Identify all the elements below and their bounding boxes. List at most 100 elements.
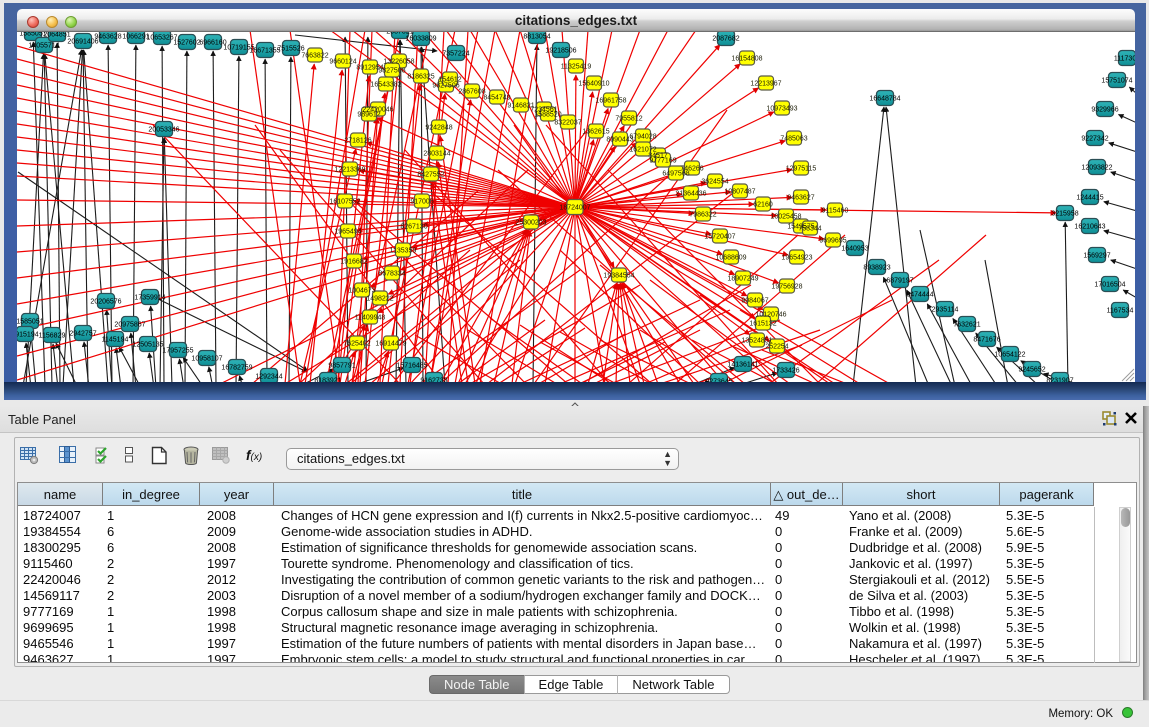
svg-text:17957255: 17957255 <box>162 347 193 354</box>
svg-text:11325419: 11325419 <box>561 63 592 70</box>
svg-text:9827506: 9827506 <box>432 82 459 89</box>
svg-text:9273645: 9273645 <box>705 378 732 382</box>
svg-text:20053346: 20053346 <box>148 126 179 133</box>
svg-text:1640953: 1640953 <box>841 245 868 252</box>
svg-text:8183921: 8183921 <box>314 377 341 382</box>
svg-text:16648784: 16648784 <box>869 95 900 102</box>
svg-text:14055714: 14055714 <box>28 42 59 49</box>
svg-text:8186325: 8186325 <box>407 73 434 80</box>
svg-text:6794028: 6794028 <box>629 133 656 140</box>
svg-text:15751074: 15751074 <box>1101 77 1132 84</box>
svg-text:16154808: 16154808 <box>731 55 762 62</box>
svg-text:3915194: 3915194 <box>17 331 39 338</box>
svg-text:2942757: 2942757 <box>69 330 96 337</box>
svg-text:18724007: 18724007 <box>559 204 590 211</box>
svg-text:11409948: 11409948 <box>355 314 386 321</box>
svg-text:10958107: 10958107 <box>191 355 222 362</box>
svg-text:7632621: 7632621 <box>953 321 980 328</box>
svg-text:9084067: 9084067 <box>741 297 768 304</box>
svg-text:10688609: 10688609 <box>715 254 746 261</box>
svg-text:9827508: 9827508 <box>378 67 405 74</box>
svg-text:6879197: 6879197 <box>886 277 913 284</box>
svg-text:9115460: 9115460 <box>822 207 849 214</box>
svg-text:16961758: 16961758 <box>595 97 626 104</box>
svg-text:7625402: 7625402 <box>343 340 370 347</box>
svg-text:1498222: 1498222 <box>366 295 393 302</box>
svg-text:19654923: 19654923 <box>781 254 812 261</box>
svg-text:10025458: 10025458 <box>770 213 801 220</box>
svg-text:1965494: 1965494 <box>334 228 361 235</box>
svg-text:8267130: 8267130 <box>400 223 427 230</box>
svg-text:15640910: 15640910 <box>578 80 609 87</box>
svg-text:1117302: 1117302 <box>1114 55 1135 62</box>
svg-text:20975867: 20975867 <box>114 321 145 328</box>
svg-text:8678334: 8678334 <box>378 270 405 277</box>
svg-text:17016504: 17016504 <box>1094 281 1125 288</box>
svg-text:9777169: 9777169 <box>649 157 676 164</box>
svg-text:19384554: 19384554 <box>603 272 634 279</box>
svg-text:14136141: 14136141 <box>727 361 758 368</box>
svg-text:19756928: 19756928 <box>771 283 802 290</box>
svg-text:1527602: 1527602 <box>173 39 200 46</box>
svg-text:8938923: 8938923 <box>863 264 890 271</box>
svg-text:17359914: 17359914 <box>134 294 165 301</box>
svg-text:1135359: 1135359 <box>390 247 417 254</box>
svg-text:8427552: 8427552 <box>417 171 444 178</box>
svg-text:2867608: 2867608 <box>458 88 485 95</box>
svg-text:25300203: 25300203 <box>515 219 546 226</box>
svg-text:917006: 917006 <box>410 198 433 205</box>
svg-text:9242848: 9242848 <box>425 124 452 131</box>
svg-text:18907249: 18907249 <box>727 275 758 282</box>
svg-text:2803144: 2803144 <box>423 150 450 157</box>
svg-text:1916682: 1916682 <box>340 258 367 265</box>
svg-text:7515526: 7515526 <box>277 45 304 52</box>
svg-text:19218506: 19218506 <box>545 47 576 54</box>
svg-text:9227342: 9227342 <box>1081 135 1108 142</box>
svg-text:1145194: 1145194 <box>102 336 129 343</box>
svg-text:9660124: 9660124 <box>329 58 356 65</box>
svg-text:2718126: 2718126 <box>344 137 371 144</box>
svg-text:7485063: 7485063 <box>780 135 807 142</box>
svg-text:1362615: 1362615 <box>582 128 609 135</box>
svg-text:3624554: 3624554 <box>701 178 728 185</box>
svg-text:1733426: 1733426 <box>772 367 799 374</box>
svg-text:9162733: 9162733 <box>420 377 447 382</box>
svg-text:16107552: 16107552 <box>329 198 360 205</box>
svg-text:2935114: 2935114 <box>932 306 959 313</box>
svg-text:16914479: 16914479 <box>375 340 406 347</box>
svg-text:2087682: 2087682 <box>712 35 739 42</box>
svg-text:8813054: 8813054 <box>523 33 550 40</box>
svg-text:1167534: 1167534 <box>1107 307 1134 314</box>
svg-text:3215958: 3215958 <box>1051 210 1078 217</box>
svg-text:12213967: 12213967 <box>750 80 781 87</box>
svg-text:154612: 154612 <box>438 76 461 83</box>
svg-text:13226058: 13226058 <box>383 58 414 65</box>
svg-text:15720407: 15720407 <box>704 233 735 240</box>
svg-text:16033809: 16033809 <box>405 35 436 42</box>
svg-text:12505135: 12505135 <box>132 341 163 348</box>
svg-text:9699695: 9699695 <box>819 237 846 244</box>
svg-text:21364436: 21364436 <box>675 190 706 197</box>
svg-text:9329966: 9329966 <box>1091 106 1118 113</box>
svg-text:1156829: 1156829 <box>39 332 66 339</box>
svg-text:8471676: 8471676 <box>973 336 1000 343</box>
svg-text:10973493: 10973493 <box>766 105 797 112</box>
svg-text:10120746: 10120746 <box>755 311 786 318</box>
svg-text:12213369: 12213369 <box>334 166 365 173</box>
svg-text:989612: 989612 <box>357 111 380 118</box>
svg-text:12093822: 12093822 <box>1081 164 1112 171</box>
svg-text:16210643: 16210643 <box>1074 223 1105 230</box>
svg-text:7955812: 7955812 <box>615 115 642 122</box>
svg-text:16543382: 16543382 <box>370 81 401 88</box>
svg-text:6497568: 6497568 <box>662 170 689 177</box>
svg-text:16782759: 16782759 <box>221 364 252 371</box>
svg-text:7357224: 7357224 <box>442 50 469 57</box>
svg-text:15716485: 15716485 <box>396 362 427 369</box>
svg-text:20206576: 20206576 <box>90 298 121 305</box>
svg-text:10654122: 10654122 <box>994 351 1025 358</box>
svg-text:8322037: 8322037 <box>554 119 581 126</box>
svg-text:9857791: 9857791 <box>328 362 355 369</box>
svg-text:1004673: 1004673 <box>348 287 375 294</box>
svg-text:12975115: 12975115 <box>786 165 817 172</box>
svg-text:10807487: 10807487 <box>724 188 755 195</box>
